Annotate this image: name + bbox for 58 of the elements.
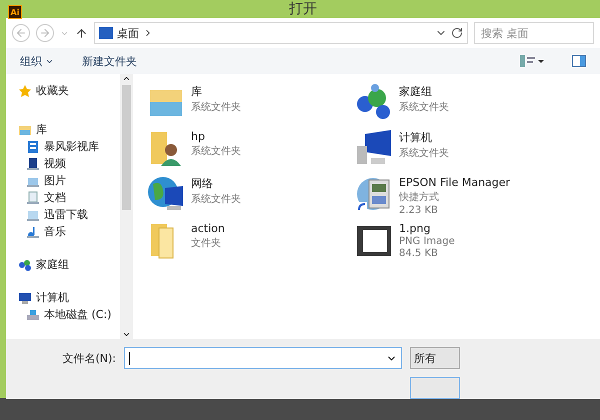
file-detail: 系统文件夹 bbox=[399, 146, 449, 160]
scrollbar[interactable] bbox=[120, 74, 133, 339]
address-bar[interactable]: 桌面 bbox=[94, 22, 468, 44]
desktop-icon bbox=[99, 27, 113, 39]
file-detail: 84.5 KB bbox=[399, 248, 439, 259]
file-name[interactable]: 计算机 bbox=[399, 130, 449, 145]
new-folder-button[interactable]: 新建文件夹 bbox=[82, 54, 137, 68]
computer-icon bbox=[18, 290, 32, 304]
location-text: 桌面 bbox=[117, 26, 139, 40]
file-detail: 系统文件夹 bbox=[191, 144, 241, 158]
file-name[interactable]: 网络 bbox=[191, 176, 241, 191]
video-icon bbox=[26, 156, 40, 170]
file-name[interactable]: hp bbox=[191, 130, 241, 143]
music-icon bbox=[26, 224, 40, 238]
file-name[interactable]: 1.png bbox=[399, 222, 455, 235]
file-detail: 快捷方式 bbox=[399, 190, 440, 204]
sidebar-item[interactable]: 迅雷下载 bbox=[18, 206, 120, 223]
file-name[interactable]: 家庭组 bbox=[399, 84, 449, 99]
refresh-icon[interactable] bbox=[451, 27, 463, 39]
filename-label: 文件名(N): bbox=[62, 350, 116, 366]
file-type-dropdown[interactable]: 所有 bbox=[410, 347, 460, 369]
sidebar-item[interactable]: 视频 bbox=[18, 155, 120, 172]
scroll-down-icon[interactable] bbox=[122, 330, 131, 339]
sidebar-item[interactable]: 本地磁盘 (C:) bbox=[18, 306, 120, 323]
sidebar-item[interactable]: 文档 bbox=[18, 189, 120, 206]
doc-icon bbox=[26, 190, 40, 204]
organize-button[interactable]: 组织 bbox=[20, 54, 54, 68]
window-title: 打开 bbox=[289, 0, 317, 18]
sidebar-item[interactable]: 计算机 bbox=[18, 289, 120, 306]
homegroup-icon bbox=[18, 258, 32, 272]
file-detail: 系统文件夹 bbox=[191, 100, 241, 114]
grid-icon bbox=[26, 140, 40, 154]
sidebar-item[interactable]: 收藏夹 bbox=[18, 82, 120, 99]
file-detail: 文件夹 bbox=[191, 236, 222, 250]
preview-pane-icon[interactable] bbox=[572, 55, 586, 67]
view-options-icon[interactable] bbox=[520, 55, 544, 67]
back-arrow-icon bbox=[15, 27, 27, 39]
file-name[interactable]: action bbox=[191, 222, 225, 235]
sidebar-item[interactable]: 库 bbox=[18, 121, 120, 138]
file-name[interactable]: 库 bbox=[191, 84, 241, 99]
sidebar-item[interactable]: 图片 bbox=[18, 172, 120, 189]
sidebar-item[interactable]: 音乐 bbox=[18, 223, 120, 240]
up-button[interactable] bbox=[75, 26, 88, 40]
filename-field[interactable] bbox=[124, 347, 402, 369]
app-logo: Ai bbox=[8, 5, 22, 19]
file-detail: 系统文件夹 bbox=[191, 192, 241, 206]
file-detail: 系统文件夹 bbox=[399, 100, 449, 114]
search-field[interactable]: 搜索 桌面 bbox=[474, 22, 594, 44]
disk-icon bbox=[26, 308, 40, 322]
sidebar-item[interactable]: 家庭组 bbox=[18, 256, 120, 273]
file-detail: PNG Image bbox=[399, 236, 455, 247]
file-detail: 2.23 KB bbox=[399, 205, 439, 216]
file-name[interactable]: EPSON File Manager bbox=[399, 176, 510, 189]
scroll-up-icon[interactable] bbox=[122, 74, 131, 83]
star-icon bbox=[18, 84, 32, 98]
forward-arrow-icon bbox=[39, 27, 51, 39]
homegroup-icon bbox=[355, 82, 393, 122]
sidebar-item[interactable]: 暴风影视库 bbox=[18, 138, 120, 155]
